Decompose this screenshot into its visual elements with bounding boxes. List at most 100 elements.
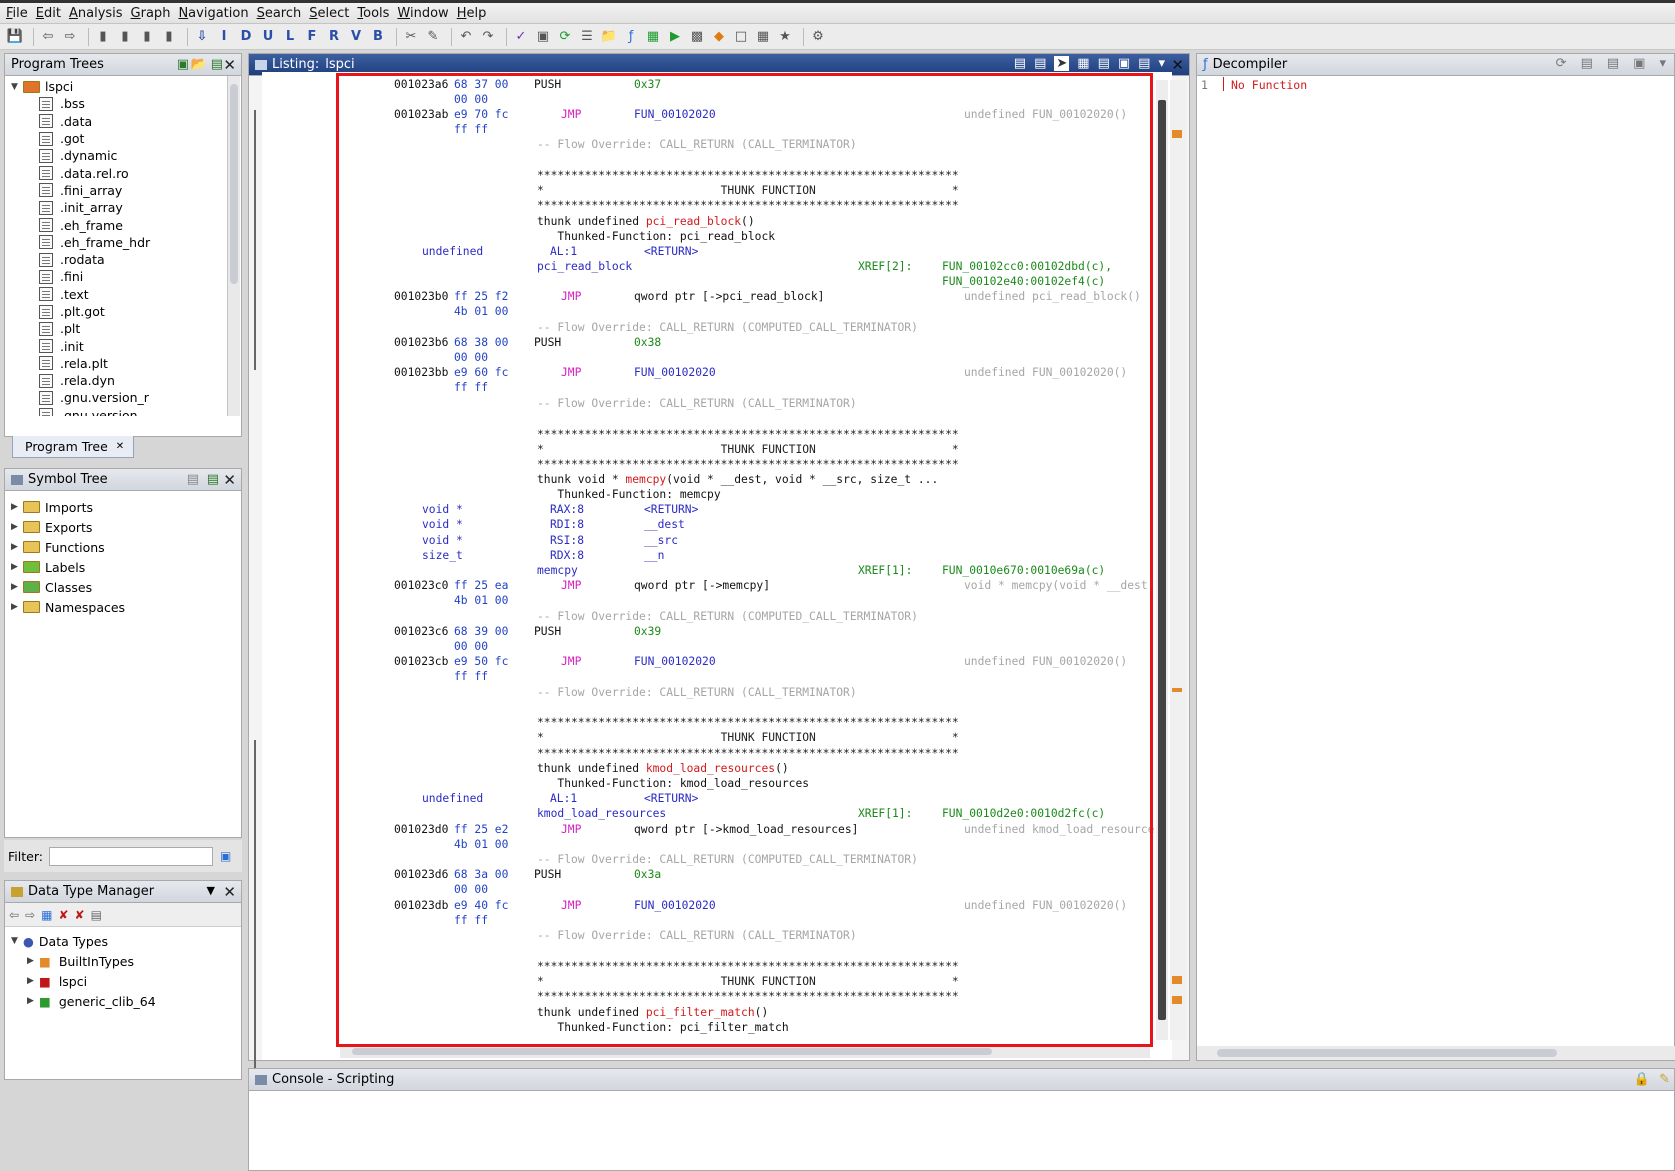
run-icon[interactable]: ▶ bbox=[666, 29, 684, 45]
tree-expand-icon[interactable]: ▦ bbox=[41, 908, 52, 922]
next-different-icon[interactable]: R bbox=[325, 29, 343, 45]
options-icon[interactable]: ▤ bbox=[1138, 56, 1150, 71]
cursor-icon[interactable]: ➤ bbox=[1054, 56, 1070, 71]
xref-entry[interactable]: FUN_00102cc0:00102dbd(c), bbox=[942, 260, 1112, 273]
menu-search[interactable]: Search bbox=[257, 6, 302, 21]
symbol-tree-item-imports[interactable]: ▶ Imports bbox=[5, 497, 241, 517]
collapse-icon[interactable]: ▤ bbox=[91, 908, 102, 922]
program-tree-item[interactable]: .plt bbox=[5, 320, 241, 337]
menu-help[interactable]: Help bbox=[457, 6, 487, 21]
redo-icon[interactable]: ↷ bbox=[479, 29, 497, 45]
program-tree-item[interactable]: .eh_frame bbox=[5, 216, 241, 233]
program-tree-item[interactable]: .init bbox=[5, 337, 241, 354]
next-value-icon[interactable]: V bbox=[347, 29, 365, 45]
expand-triangle-icon[interactable]: ▶ bbox=[27, 996, 37, 1006]
scroll-thumb[interactable] bbox=[1158, 100, 1166, 1020]
dtm-root[interactable]: ▼ ● Data Types bbox=[5, 931, 241, 951]
lock-icon[interactable]: 🔒 bbox=[1634, 1072, 1650, 1087]
function-name[interactable]: memcpy bbox=[625, 473, 666, 486]
copy-icon[interactable]: ▤ bbox=[1014, 56, 1026, 71]
copy-icon[interactable]: ▤ bbox=[1581, 56, 1593, 71]
program-tree-item[interactable]: .rodata bbox=[5, 251, 241, 268]
symbol-tree-item-functions[interactable]: ▶ Functions bbox=[5, 537, 241, 557]
tree-icon[interactable]: ▦ bbox=[644, 29, 662, 45]
program-tree-item[interactable]: .text bbox=[5, 286, 241, 303]
next-instruction-icon[interactable]: I bbox=[215, 29, 233, 45]
menu-file[interactable]: File bbox=[6, 6, 28, 21]
save-icon[interactable]: 💾 bbox=[6, 29, 24, 45]
menu-graph[interactable]: Graph bbox=[131, 6, 171, 21]
next-data-icon[interactable]: D bbox=[237, 29, 255, 45]
next-undefined-icon[interactable]: U bbox=[259, 29, 277, 45]
program-tree-item[interactable]: .data.rel.ro bbox=[5, 164, 241, 181]
dtm-item[interactable]: ▶ ■ lspci bbox=[5, 971, 241, 991]
forward-icon[interactable]: ⇨ bbox=[61, 29, 79, 45]
listing-code[interactable]: 001023a6 68 37 00 PUSH 0x37 00 00 001023ab e9 … bbox=[262, 72, 1172, 1060]
snapshot-icon[interactable]: ▣ bbox=[1118, 56, 1130, 71]
menu-tools[interactable]: Tools bbox=[357, 6, 389, 21]
program-tree-item[interactable]: .got bbox=[5, 130, 241, 147]
undo-icon[interactable]: ↶ bbox=[457, 29, 475, 45]
forward-icon[interactable]: ⇨ bbox=[25, 908, 35, 922]
program-tree-item[interactable]: .plt.got bbox=[5, 303, 241, 320]
close-icon[interactable]: ✕ bbox=[223, 471, 236, 489]
filter-options-icon[interactable]: ▣ bbox=[220, 849, 231, 863]
diff-icon[interactable]: ▤ bbox=[1098, 56, 1110, 71]
symbol-action-icon[interactable]: ▤ bbox=[187, 472, 199, 487]
nav-function-icon[interactable]: ▮ bbox=[138, 29, 156, 45]
refresh-icon[interactable]: ⟳ bbox=[556, 29, 574, 45]
network-icon[interactable]: ★ bbox=[776, 29, 794, 45]
checkmark-icon[interactable]: ✓ bbox=[512, 29, 530, 45]
program-tree-item[interactable]: .bss bbox=[5, 95, 241, 112]
close-icon[interactable]: ✕ bbox=[1171, 56, 1184, 74]
expand-triangle-icon[interactable]: ▼ bbox=[11, 82, 21, 92]
filter-off-icon[interactable]: ✘ bbox=[58, 908, 68, 922]
function-name[interactable]: kmod_load_resources bbox=[646, 762, 775, 775]
expand-triangle-icon[interactable]: ▶ bbox=[11, 602, 21, 612]
tab-program-tree[interactable]: Program Tree ✕ bbox=[12, 436, 134, 458]
close-icon[interactable]: ✕ bbox=[223, 56, 236, 74]
expand-triangle-icon[interactable]: ▶ bbox=[11, 522, 21, 532]
next-label-icon[interactable]: L bbox=[281, 29, 299, 45]
tab-close-icon[interactable]: ✕ bbox=[116, 441, 124, 452]
code-label[interactable]: memcpy bbox=[537, 564, 578, 577]
expand-triangle-icon[interactable]: ▼ bbox=[11, 936, 21, 946]
menu-analysis[interactable]: Analysis bbox=[69, 6, 123, 21]
code-label[interactable]: kmod_load_resources bbox=[537, 807, 666, 820]
symbol-export-icon[interactable]: ▤ bbox=[207, 472, 219, 487]
next-function-icon[interactable]: F bbox=[303, 29, 321, 45]
filter-arrays-icon[interactable]: ✘ bbox=[75, 908, 85, 922]
expand-triangle-icon[interactable]: ▶ bbox=[27, 976, 37, 986]
program-tree-item[interactable]: .eh_frame_hdr bbox=[5, 234, 241, 251]
code-label[interactable]: pci_read_block bbox=[537, 260, 632, 273]
menu-dropdown-icon[interactable]: ▾ bbox=[1158, 56, 1165, 71]
decompiler-hscrollbar[interactable] bbox=[1197, 1046, 1675, 1060]
memory-icon[interactable]: ▦ bbox=[754, 29, 772, 45]
list-icon[interactable]: ☰ bbox=[578, 29, 596, 45]
program-tree-item[interactable]: .fini_array bbox=[5, 182, 241, 199]
program-tree-item[interactable]: .gnu.version_r bbox=[5, 389, 241, 406]
symbol-tree-item-labels[interactable]: ▶ Labels bbox=[5, 557, 241, 577]
program-tree-item[interactable]: .rela.dyn bbox=[5, 372, 241, 389]
tree-root[interactable]: ▼ lspci bbox=[5, 78, 241, 95]
xref-entry[interactable]: FUN_0010d2e0:0010d2fc(c) bbox=[942, 807, 1105, 820]
close-icon[interactable]: ✕ bbox=[223, 883, 236, 901]
nav-undefined-icon[interactable]: ▮ bbox=[160, 29, 178, 45]
dropdown-arrow-icon[interactable]: ▼ bbox=[207, 884, 215, 897]
xref-entry[interactable]: FUN_00102e40:00102ef4(c) bbox=[942, 275, 1105, 288]
terminal-icon[interactable]: ▩ bbox=[688, 29, 706, 45]
menu-edit[interactable]: Edit bbox=[36, 6, 61, 21]
symbol-tree-item-namespaces[interactable]: ▶ Namespaces bbox=[5, 597, 241, 617]
hscroll-thumb[interactable] bbox=[1217, 1049, 1557, 1057]
program-tree-scrollbar[interactable] bbox=[227, 76, 240, 416]
function-name[interactable]: pci_read_block bbox=[646, 215, 741, 228]
expand-triangle-icon[interactable]: ▶ bbox=[11, 582, 21, 592]
refresh-icon[interactable]: ⟳ bbox=[1556, 56, 1567, 71]
plugin-icon[interactable]: ⚙ bbox=[809, 29, 827, 45]
expand-triangle-icon[interactable]: ▶ bbox=[11, 562, 21, 572]
cut-icon[interactable]: ✂ bbox=[402, 29, 420, 45]
next-bookmark-icon[interactable]: B bbox=[369, 29, 387, 45]
decompiler-body[interactable]: 1 No Function bbox=[1197, 76, 1674, 1036]
menu-navigation[interactable]: Navigation bbox=[178, 6, 248, 21]
window-icon[interactable]: □ bbox=[732, 29, 750, 45]
